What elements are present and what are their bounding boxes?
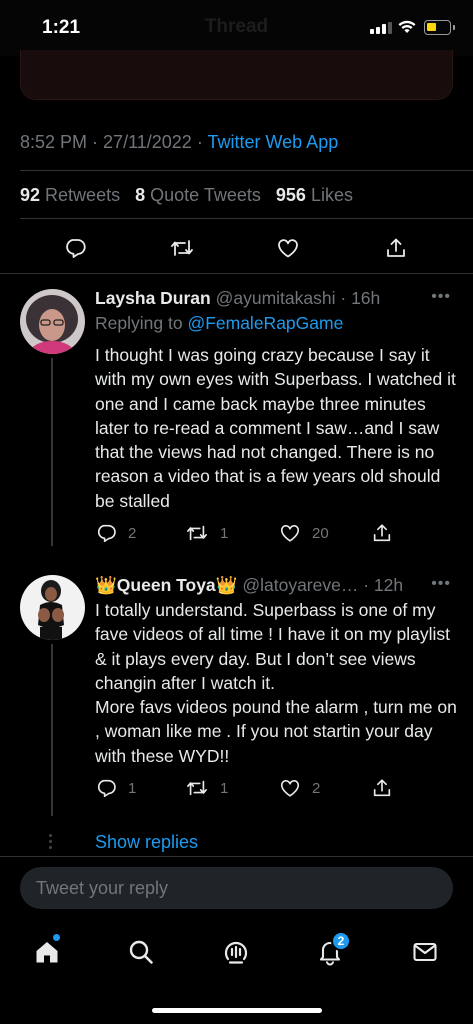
display-name[interactable]: Laysha Duran — [95, 288, 211, 308]
messages-icon — [413, 942, 437, 962]
spaces-icon — [224, 941, 248, 964]
reply-input[interactable] — [20, 867, 453, 909]
more-icon[interactable]: ••• — [431, 575, 451, 593]
thread-line — [51, 358, 53, 546]
reply-composer[interactable] — [20, 867, 453, 909]
reply-button[interactable]: 1 — [95, 777, 136, 799]
share-button[interactable] — [371, 522, 393, 544]
like-icon — [280, 780, 300, 797]
like-icon — [280, 525, 300, 542]
tab-search[interactable] — [121, 932, 161, 972]
share-icon — [373, 524, 391, 542]
divider — [0, 273, 473, 274]
divider — [20, 170, 473, 171]
avatar[interactable] — [20, 289, 85, 354]
like-icon[interactable] — [272, 232, 304, 264]
home-indicator — [152, 1008, 322, 1013]
retweet-icon — [187, 525, 207, 541]
user-handle[interactable]: @latoyareve… — [242, 575, 358, 595]
replying-to: Replying to @FemaleRapGame — [95, 313, 344, 333]
like-button[interactable]: 20 — [279, 522, 329, 544]
reply-header: 👑Queen Toya👑 @latoyareve… · 12h — [95, 575, 404, 595]
user-handle[interactable]: @ayumitakashi — [216, 288, 336, 308]
reply-actions: 2 1 20 — [95, 522, 405, 544]
reply-icon — [97, 779, 116, 798]
retweet-button[interactable]: 1 — [185, 522, 228, 544]
status-time: 1:21 — [42, 17, 81, 38]
share-icon[interactable] — [380, 232, 412, 264]
retweet-icon — [187, 780, 207, 796]
reply-icon[interactable] — [59, 232, 91, 264]
crown-emoji: 👑 — [95, 575, 117, 595]
share-icon — [373, 779, 391, 797]
home-icon — [36, 942, 58, 963]
like-button[interactable]: 2 — [279, 777, 320, 799]
reply-button[interactable]: 2 — [95, 522, 136, 544]
reply-text: I thought I was going crazy because I sa… — [95, 345, 456, 511]
unread-dot — [53, 934, 60, 941]
wifi-icon — [398, 20, 416, 33]
divider — [20, 218, 473, 219]
tweet-timestamp: 8:52 PM · 27/11/2022 · Twitter Web App — [20, 132, 339, 152]
notification-count-badge: 2 — [331, 931, 351, 951]
crown-emoji: 👑 — [215, 575, 238, 595]
reply-icon — [97, 524, 116, 543]
signal-icon — [370, 22, 392, 34]
tweet-source-link[interactable]: Twitter Web App — [207, 132, 338, 152]
tab-notifications[interactable]: 2 — [310, 931, 351, 972]
search-icon — [129, 940, 153, 964]
reply-text: I totally understand. Superbass is one o… — [95, 600, 457, 766]
retweets-stat[interactable]: 92 Retweets — [20, 185, 120, 205]
retweet-button[interactable]: 1 — [185, 777, 228, 799]
reply-age: 16h — [351, 288, 381, 308]
reply-composer-bar — [0, 856, 473, 918]
tweet-stats: 92 Retweets 8 Quote Tweets 956 Likes — [20, 185, 353, 206]
tweet-media-remnant[interactable] — [20, 50, 453, 100]
retweet-icon[interactable] — [166, 232, 198, 264]
quote-tweets-stat[interactable]: 8 Quote Tweets — [135, 185, 261, 205]
reply-header: Laysha Duran @ayumitakashi · 16h — [95, 288, 381, 308]
show-replies-link[interactable]: Show replies — [95, 832, 198, 853]
status-bar: Thread 1:21 — [0, 0, 473, 56]
battery-icon — [424, 20, 455, 35]
tab-spaces[interactable] — [216, 932, 256, 972]
avatar[interactable] — [20, 575, 85, 640]
reply-actions: 1 1 2 — [95, 777, 405, 799]
thread-line — [51, 644, 53, 816]
share-button[interactable] — [371, 777, 393, 799]
display-name[interactable]: 👑Queen Toya👑 — [95, 575, 237, 595]
thread-dots — [49, 834, 53, 852]
reply-age: 12h — [373, 575, 404, 595]
mention-link[interactable]: @FemaleRapGame — [187, 313, 343, 333]
tweet-actions — [0, 232, 473, 264]
likes-stat[interactable]: 956 Likes — [276, 185, 353, 205]
tab-messages[interactable] — [405, 932, 445, 972]
tab-home[interactable] — [27, 932, 67, 972]
more-icon[interactable]: ••• — [431, 288, 451, 306]
